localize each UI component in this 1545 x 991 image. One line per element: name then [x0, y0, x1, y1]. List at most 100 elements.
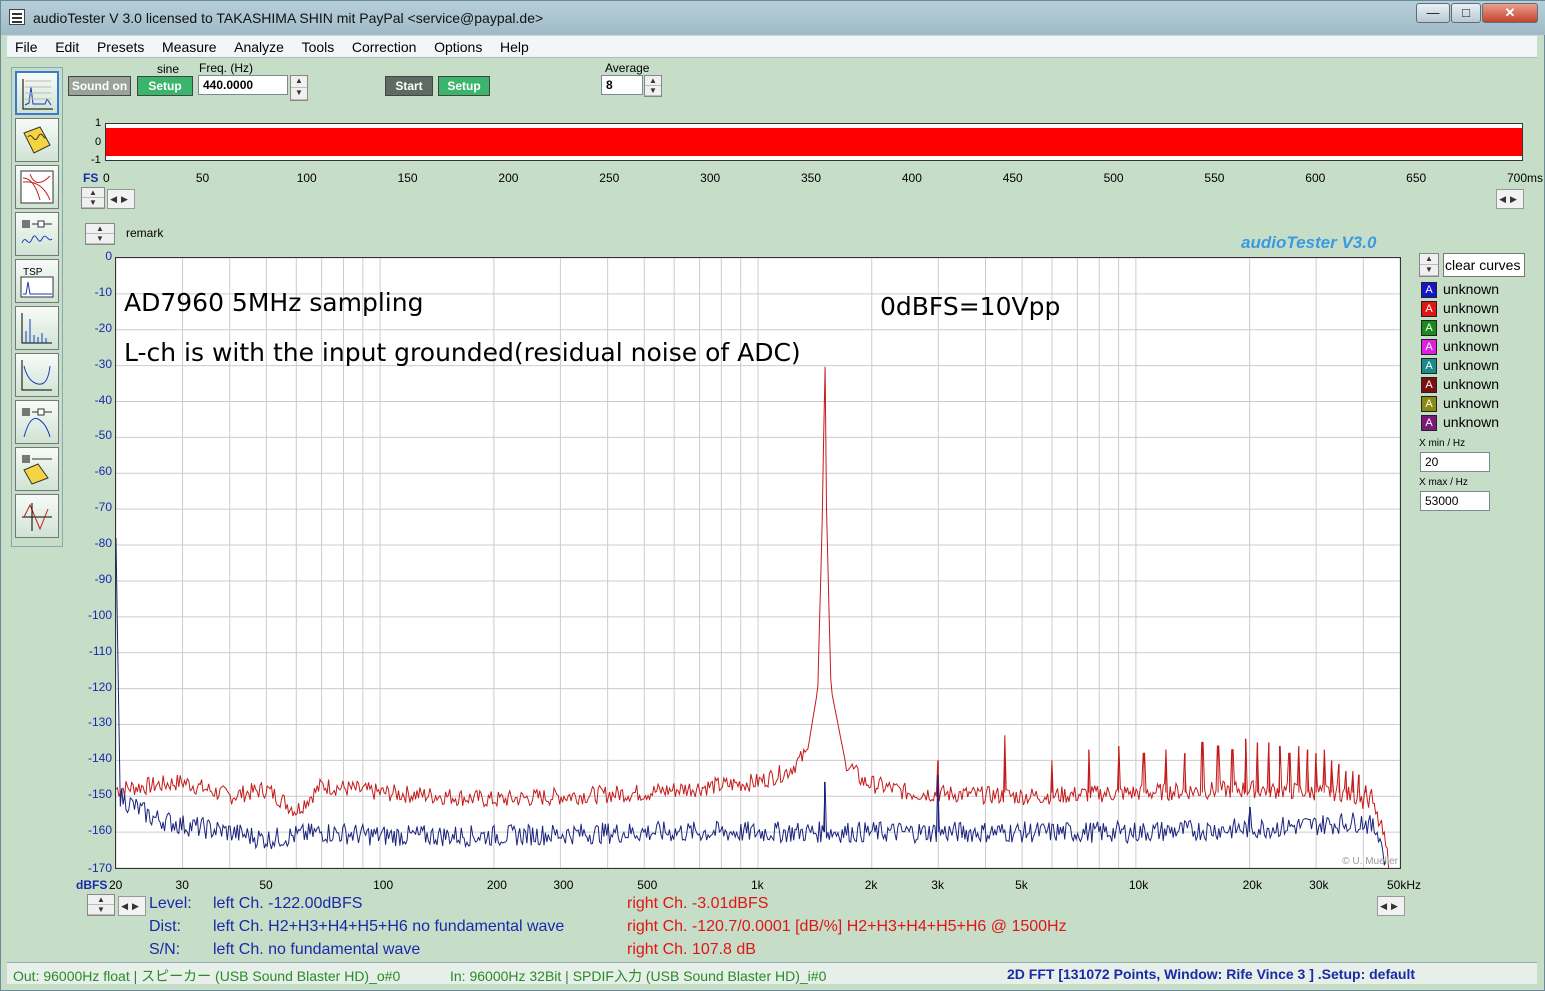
- tool-frequency-response[interactable]: [15, 353, 59, 397]
- wave-type-label: sine: [157, 62, 180, 76]
- x-tick-label: 2k: [864, 878, 878, 892]
- series-right-channel: [116, 366, 1390, 868]
- scope-y-stepper[interactable]: ▲ ▼: [81, 187, 105, 209]
- tool-spectrum[interactable]: [15, 306, 59, 350]
- y-tick-label: 0: [105, 249, 112, 263]
- dist-right-value: right Ch. -120.7/0.0001 [dB/%] H2+H3+H4+…: [627, 918, 1067, 935]
- legend-label: unknown: [1443, 300, 1500, 316]
- scope-x-tick: 650: [1406, 171, 1427, 185]
- legend-item[interactable]: Aunknown: [1419, 357, 1527, 376]
- average-label: Average: [605, 61, 650, 75]
- tool-fft-view[interactable]: [15, 71, 59, 115]
- legend-item[interactable]: Aunknown: [1419, 281, 1527, 300]
- generator-setup-button[interactable]: Setup: [137, 76, 193, 96]
- y-tick-label: -110: [88, 643, 112, 658]
- xmin-input[interactable]: [1420, 452, 1490, 472]
- curve-swatch-icon[interactable]: A: [1421, 339, 1437, 355]
- legend-stepper[interactable]: ▲ ▼: [1419, 253, 1439, 277]
- scope-x-tick: 300: [700, 171, 721, 185]
- menu-correction[interactable]: Correction: [344, 36, 423, 55]
- xmax-label: X max / Hz: [1419, 477, 1468, 488]
- maximize-button[interactable]: □: [1451, 3, 1481, 23]
- level-left-value: left Ch. -122.00dBFS: [213, 895, 363, 912]
- legend-item[interactable]: Aunknown: [1419, 338, 1527, 357]
- frequency-input[interactable]: [198, 75, 288, 95]
- xmax-input[interactable]: [1420, 491, 1490, 511]
- curve-swatch-icon[interactable]: A: [1421, 358, 1437, 374]
- frequency-stepper[interactable]: ▲ ▼: [290, 75, 308, 101]
- scope-y-tick-neg1: -1: [91, 154, 101, 166]
- menu-edit[interactable]: Edit: [47, 36, 85, 55]
- scope-x-zoom-arrows[interactable]: ◀▶: [1496, 189, 1524, 209]
- x-tick-label: 20: [109, 878, 123, 892]
- menu-file[interactable]: File: [7, 36, 44, 55]
- curve-swatch-icon[interactable]: A: [1421, 320, 1437, 336]
- x-tick-label: 1k: [751, 878, 764, 892]
- tool-tsp[interactable]: TSP: [15, 259, 59, 303]
- y-tick-label: -70: [94, 500, 112, 515]
- clear-curves-button[interactable]: clear curves: [1443, 253, 1525, 277]
- curve-swatch-icon[interactable]: A: [1421, 301, 1437, 317]
- average-stepper[interactable]: ▲ ▼: [644, 75, 662, 97]
- x-tick-label: 100: [373, 878, 394, 892]
- menu-presets[interactable]: Presets: [89, 36, 150, 55]
- x-zoom-arrows[interactable]: ◀▶: [1377, 896, 1405, 916]
- tool-waveform[interactable]: [15, 494, 59, 538]
- legend-item[interactable]: Aunknown: [1419, 319, 1527, 338]
- curve-swatch-icon[interactable]: A: [1421, 282, 1437, 298]
- menu-analyze[interactable]: Analyze: [226, 36, 290, 55]
- close-button[interactable]: ✕: [1482, 3, 1538, 23]
- legend-item[interactable]: Aunknown: [1419, 376, 1527, 395]
- curve-swatch-icon[interactable]: A: [1421, 396, 1437, 412]
- legend-item[interactable]: Aunknown: [1419, 300, 1527, 319]
- dist-label: Dist:: [149, 918, 181, 935]
- scope-x-tick: 500: [1103, 171, 1124, 185]
- legend-label: unknown: [1443, 376, 1500, 392]
- tool-sweep[interactable]: [15, 400, 59, 444]
- curve-swatch-icon[interactable]: A: [1421, 377, 1437, 393]
- status-mode: 2D FFT [131072 Points, Window: Rife Vinc…: [1007, 966, 1416, 982]
- start-button[interactable]: Start: [385, 76, 433, 96]
- menu-bar: File Edit Presets Measure Analyze Tools …: [7, 36, 1537, 58]
- status-output: Out: 96000Hz float | スピーカー (USB Sound Bl…: [13, 968, 401, 984]
- sound-on-button[interactable]: Sound on: [68, 76, 131, 96]
- y-tick-label: -80: [94, 536, 112, 551]
- tool-filter-response[interactable]: [15, 165, 59, 209]
- level-label: Level:: [149, 895, 192, 912]
- remark-stepper[interactable]: ▲ ▼: [85, 223, 115, 245]
- y-tick-label: -170: [87, 861, 112, 875]
- menu-measure[interactable]: Measure: [154, 36, 222, 55]
- x-tick-label: 5k: [1015, 878, 1028, 892]
- readout-stepper[interactable]: ▲ ▼: [87, 894, 115, 916]
- average-input[interactable]: [601, 75, 643, 95]
- x-tick-label: 20k: [1242, 878, 1262, 892]
- sn-label: S/N:: [149, 941, 181, 958]
- watermark: © U. Mueller: [1342, 856, 1398, 867]
- status-input: In: 96000Hz 32Bit | SPDIF入力 (USB Sound B…: [450, 968, 827, 984]
- legend-item[interactable]: Aunknown: [1419, 395, 1527, 414]
- tool-oscilloscope[interactable]: [15, 447, 59, 491]
- signal-generator-icon: [21, 220, 53, 244]
- tool-generator[interactable]: [15, 118, 59, 162]
- scope-x-scroll-arrows[interactable]: ◀▶: [107, 189, 135, 209]
- measure-setup-button[interactable]: Setup: [438, 76, 490, 96]
- y-tick-label: -20: [94, 320, 112, 335]
- scope-x-tick: 200: [498, 171, 519, 185]
- generator-icon: [23, 126, 51, 154]
- menu-options[interactable]: Options: [426, 36, 488, 55]
- curve-swatch-icon[interactable]: A: [1421, 415, 1437, 431]
- scope-x-tick: 50: [195, 171, 210, 185]
- menu-help[interactable]: Help: [492, 36, 535, 55]
- scope-x-tick: 550: [1204, 171, 1225, 185]
- fs-label: FS: [83, 171, 99, 185]
- tool-signal-generator[interactable]: [15, 212, 59, 256]
- x-scroll-arrows[interactable]: ◀▶: [118, 896, 146, 916]
- scope-x-tick: 100: [296, 171, 317, 185]
- legend-label: unknown: [1443, 395, 1500, 411]
- time-domain-scope: [105, 123, 1523, 161]
- legend-item[interactable]: Aunknown: [1419, 414, 1527, 433]
- legend-label: unknown: [1443, 281, 1500, 297]
- minimize-button[interactable]: —: [1416, 3, 1450, 23]
- spectrum-plot[interactable]: AD7960 5MHz sampling L-ch is with the in…: [115, 257, 1401, 869]
- menu-tools[interactable]: Tools: [294, 36, 341, 55]
